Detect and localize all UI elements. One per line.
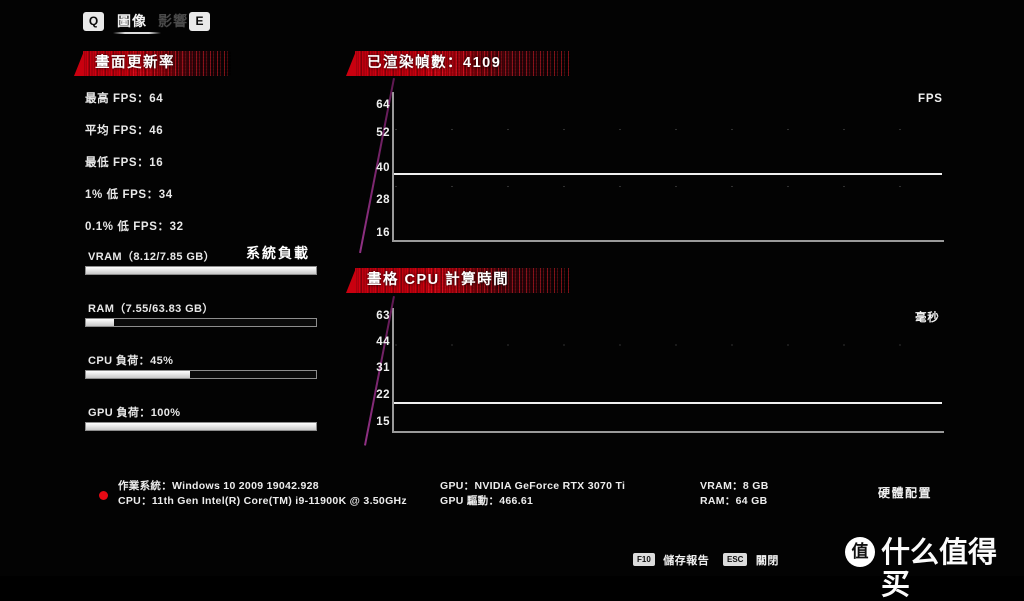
- banner-tail-icon: [346, 268, 356, 293]
- cpu-bar-fill: [86, 371, 190, 378]
- hw-os: 作業系統：Windows 10 2009 19042.928: [118, 480, 319, 492]
- cpu-time-chart-plot: [392, 308, 944, 433]
- hw-gpu-driver: GPU 驅動：466.61: [440, 495, 534, 507]
- close-label: 關閉: [755, 554, 779, 567]
- close-button[interactable]: ESC 關閉: [723, 551, 779, 569]
- hw-vram: VRAM：8 GB: [700, 480, 769, 492]
- stat-avg-fps: 平均 FPS：46: [85, 125, 164, 137]
- frames-rendered-title: 已渲染幀數：4109: [367, 55, 502, 71]
- fps-chart: [392, 92, 944, 242]
- fps-chart-plot: [392, 92, 944, 242]
- banner-tail-icon: [74, 51, 84, 76]
- ms-ytick-3: 22: [376, 389, 390, 401]
- ram-bar: [85, 318, 317, 327]
- next-tab-key[interactable]: E: [189, 12, 210, 31]
- frames-rendered-banner: 已渲染幀數：4109: [346, 51, 570, 76]
- stat-min-fps: 最低 FPS：16: [85, 157, 164, 169]
- gpu-bar: [85, 422, 317, 431]
- vram-bar: [85, 266, 317, 275]
- save-report-label: 儲存報告: [663, 554, 710, 567]
- ms-ytick-2: 31: [376, 362, 390, 374]
- vram-bar-label: VRAM（8.12/7.85 GB）: [88, 251, 216, 263]
- watermark-logo-icon: 值: [845, 537, 875, 567]
- fps-ytick-2: 40: [376, 162, 390, 174]
- system-load-title: 系統負載: [246, 245, 310, 261]
- fps-ytick-3: 28: [376, 194, 390, 206]
- save-report-button[interactable]: F10 儲存報告: [633, 551, 709, 569]
- ram-bar-fill: [86, 319, 114, 326]
- hardware-config-title: 硬體配置: [878, 486, 933, 500]
- fps-ytick-0: 64: [376, 99, 390, 111]
- stat-1pct-low: 1% 低 FPS：34: [85, 189, 173, 201]
- hw-gpu: GPU：NVIDIA GeForce RTX 3070 Ti: [440, 480, 626, 492]
- prev-tab-key[interactable]: Q: [83, 12, 104, 31]
- cpu-time-chart: [392, 308, 944, 433]
- banner-tail-icon: [346, 51, 356, 76]
- cpu-time-chart-line: [394, 402, 942, 404]
- fps-ytick-4: 16: [376, 227, 390, 239]
- tab-active-underline: [113, 32, 161, 34]
- fps-chart-unit: FPS: [918, 93, 943, 105]
- fps-ytick-1: 52: [376, 127, 390, 139]
- hardware-status-dot: [99, 491, 108, 500]
- gpu-bar-label: GPU 負荷：100%: [88, 407, 181, 419]
- watermark-text: 什么值得买: [881, 535, 998, 601]
- tab-impact[interactable]: 影響: [158, 11, 188, 31]
- save-report-key: F10: [633, 553, 655, 567]
- gpu-bar-fill: [86, 423, 316, 430]
- tab-image[interactable]: 圖像: [117, 11, 147, 31]
- watermark: 值 什么值得买: [845, 534, 1020, 600]
- close-key: ESC: [723, 553, 748, 567]
- cpu-time-chart-unit: 毫秒: [915, 312, 940, 324]
- cpu-bar: [85, 370, 317, 379]
- hw-ram: RAM：64 GB: [700, 495, 768, 507]
- refresh-rate-title: 畫面更新率: [95, 55, 175, 71]
- frame-cpu-time-banner: 畫格 CPU 計算時間: [346, 268, 570, 293]
- ms-ytick-1: 44: [376, 336, 390, 348]
- stat-01pct-low: 0.1% 低 FPS：32: [85, 221, 184, 233]
- cpu-bar-label: CPU 負荷：45%: [88, 355, 174, 367]
- vram-bar-fill: [86, 267, 316, 274]
- frame-cpu-time-title: 畫格 CPU 計算時間: [367, 272, 510, 288]
- ram-bar-label: RAM（7.55/63.83 GB）: [88, 303, 214, 315]
- hw-cpu: CPU：11th Gen Intel(R) Core(TM) i9-11900K…: [118, 495, 407, 507]
- stat-max-fps: 最高 FPS：64: [85, 93, 164, 105]
- ms-ytick-0: 63: [376, 310, 390, 322]
- fps-chart-line: [394, 173, 942, 175]
- ms-ytick-4: 15: [376, 416, 390, 428]
- top-tab-bar: Q 圖像 影響 E: [0, 0, 1024, 42]
- refresh-rate-banner: 畫面更新率: [74, 51, 231, 76]
